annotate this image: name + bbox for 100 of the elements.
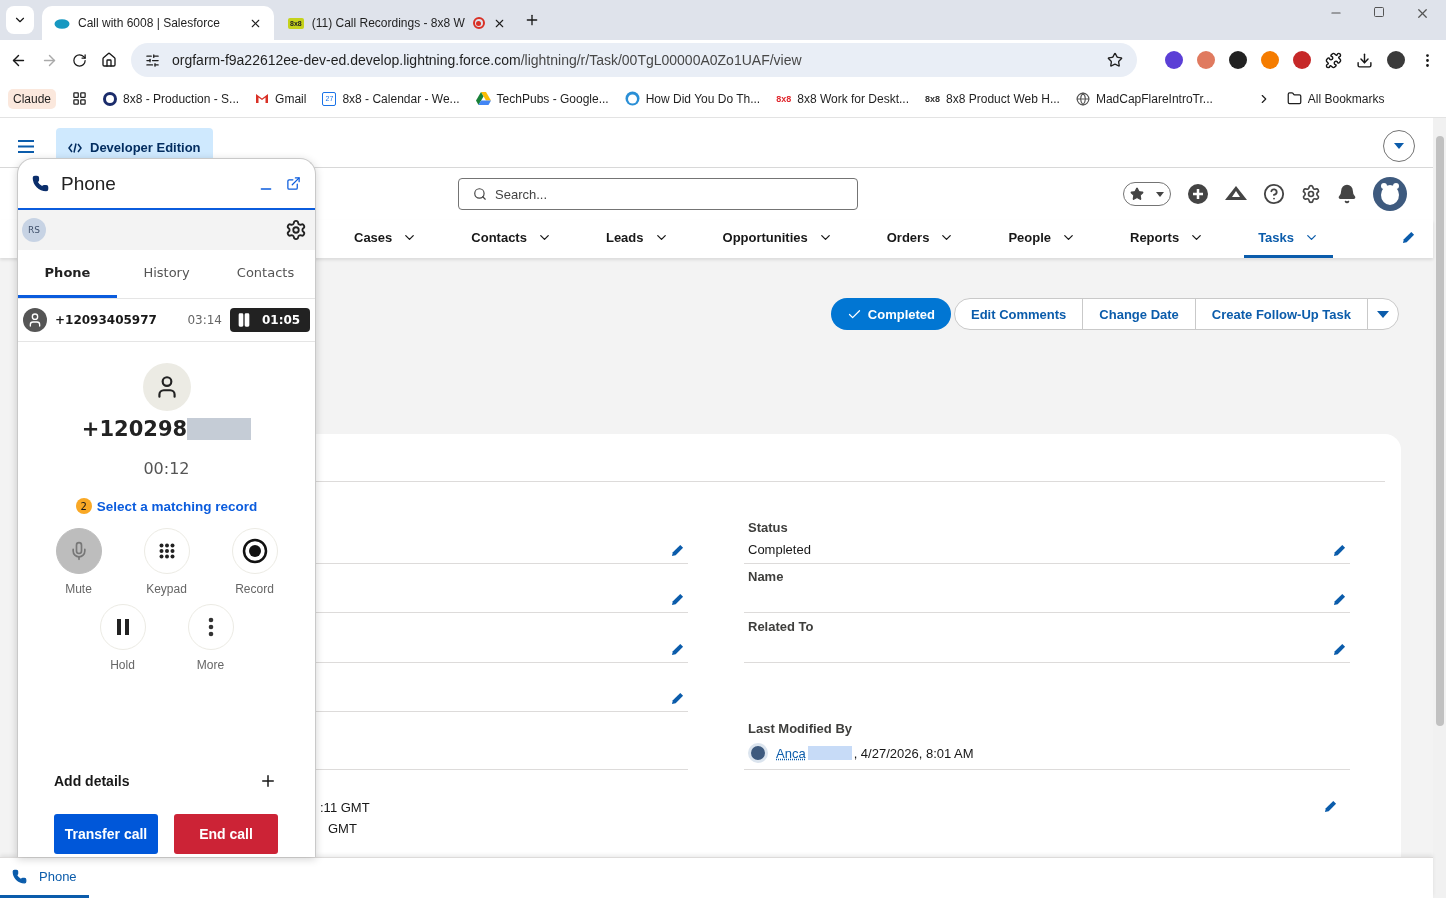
bookmark-link[interactable]: 8x8 Product Web H... <box>946 91 1060 106</box>
smiley-icon <box>624 91 640 106</box>
pencil-icon[interactable] <box>1324 800 1337 813</box>
globe-icon <box>1075 91 1090 106</box>
bookmark-link[interactable]: Gmail <box>275 91 307 106</box>
pencil-icon[interactable] <box>671 643 684 656</box>
field-label: Status <box>748 520 789 535</box>
caret-icon <box>1156 191 1164 197</box>
action-button[interactable]: Create Follow-Up Task <box>1194 298 1368 330</box>
control-label: Mute <box>65 582 92 596</box>
keypad-button[interactable] <box>143 528 190 574</box>
help-icon[interactable] <box>1263 183 1285 205</box>
home-icon[interactable] <box>101 52 117 68</box>
field-label: Related To <box>748 619 815 634</box>
pencil-icon[interactable] <box>1402 231 1415 244</box>
bookmark-link[interactable]: 8x8 - Production - S... <box>123 91 240 106</box>
download-icon[interactable] <box>1356 51 1373 69</box>
control-label: More <box>196 658 225 672</box>
more-icon <box>207 617 214 637</box>
nav-tab[interactable]: Opportunities <box>708 220 847 258</box>
bell-icon[interactable] <box>1337 184 1357 204</box>
code-icon <box>68 142 82 153</box>
apps-icon[interactable] <box>72 91 88 106</box>
menu-icon[interactable] <box>18 140 34 153</box>
more-button[interactable] <box>187 604 234 650</box>
bookmark-link[interactable]: TechPubs - Google... <box>496 91 609 106</box>
match-link[interactable]: Select a matching record <box>96 498 258 514</box>
maximize-icon[interactable] <box>1373 5 1385 18</box>
pencil-icon[interactable] <box>1333 643 1346 656</box>
settings-icon[interactable] <box>285 219 307 241</box>
ring-icon <box>103 91 118 106</box>
redaction <box>807 746 852 760</box>
bookmark-star-icon[interactable] <box>1107 52 1123 68</box>
mic-button[interactable] <box>55 528 102 574</box>
search-field[interactable]: Search... <box>458 178 858 210</box>
nav-tab[interactable]: Contacts <box>457 220 566 258</box>
date-text: GMT <box>327 821 358 836</box>
nav-tab[interactable]: Cases <box>340 220 432 258</box>
bookmark-link[interactable]: MadCapFlareIntroTr... <box>1095 91 1213 106</box>
logo-icon: 8x8 <box>776 93 792 104</box>
phone-tab[interactable]: Phone <box>18 250 117 298</box>
end-call-button[interactable]: End call <box>174 814 278 854</box>
more-actions-button[interactable] <box>1367 298 1399 330</box>
plus-icon[interactable] <box>259 772 277 790</box>
nav-tab[interactable]: People <box>994 220 1090 258</box>
date-text: :11 GMT <box>320 800 370 815</box>
pause-icon <box>115 619 130 635</box>
pencil-icon[interactable] <box>1333 544 1346 557</box>
user-avatar <box>748 743 768 763</box>
call-duration: 03:14 <box>187 313 222 327</box>
cloud-icon <box>54 17 70 29</box>
nav-tab[interactable]: Reports <box>1116 220 1219 258</box>
caret-icon <box>1377 310 1389 318</box>
profile-avatar[interactable] <box>1373 177 1407 211</box>
action-button[interactable]: Change Date <box>1082 298 1196 330</box>
edition-label: Developer Edition <box>90 140 201 155</box>
profile-avatar[interactable] <box>1387 51 1405 69</box>
nav-tab[interactable]: Leads <box>591 220 683 258</box>
browser-tab[interactable]: Call with 6008 | Salesforce <box>42 6 274 40</box>
nav-tab[interactable]: Orders <box>872 220 969 258</box>
caller-number: +120298 <box>81 417 188 441</box>
bookmark-link[interactable]: 8x8 - Calendar - We... <box>342 91 460 106</box>
record-button[interactable] <box>231 528 278 574</box>
hold-button[interactable] <box>99 604 146 650</box>
pop-out-icon[interactable] <box>286 176 301 191</box>
plus-icon[interactable] <box>1187 183 1209 205</box>
phone-icon <box>32 175 49 192</box>
reload-icon[interactable] <box>72 52 87 68</box>
action-button[interactable]: Edit Comments <box>954 298 1084 330</box>
bookmark-link[interactable]: All Bookmarks <box>1307 91 1385 106</box>
bookmark-link[interactable]: How Did You Do Th... <box>645 91 761 106</box>
settings-icon[interactable] <box>1301 184 1321 204</box>
pencil-icon[interactable] <box>671 544 684 557</box>
transfer-call-button[interactable]: Transfer call <box>54 814 158 854</box>
add-details-label: Add details <box>54 773 130 789</box>
user-link[interactable]: Anca <box>776 745 806 761</box>
scrollbar[interactable] <box>1433 118 1446 898</box>
site-settings-icon[interactable] <box>145 52 160 68</box>
mountain-icon[interactable] <box>1225 186 1247 202</box>
hold-timer[interactable]: 01:05 <box>230 308 310 332</box>
completed-button[interactable]: Completed <box>830 298 951 330</box>
extension-icon[interactable] <box>1229 51 1247 69</box>
pinned-bookmark[interactable]: Claude <box>8 88 57 109</box>
bookmark-link[interactable]: 8x8 Work for Deskt... <box>797 91 910 106</box>
panel-title: Phone <box>61 172 117 195</box>
keypad-icon <box>158 543 175 559</box>
extension-icon[interactable] <box>1165 51 1183 69</box>
phone-tab[interactable]: Contacts <box>216 250 315 298</box>
field-value: Completed <box>748 542 811 557</box>
pencil-icon[interactable] <box>671 692 684 705</box>
pencil-icon[interactable] <box>671 593 684 606</box>
extensions-icon[interactable] <box>1325 51 1342 69</box>
address-bar[interactable]: orgfarm-f9a22612ee-dev-ed.develop.lightning.force.com/lightning/r/Task/00TgL00000A0Zo1UAF/view <box>131 43 1137 77</box>
logo-icon: 8x8 <box>925 93 941 104</box>
phone-tab[interactable]: History <box>117 250 216 298</box>
call-number[interactable]: +12093405977 <box>55 313 180 327</box>
user-initials[interactable]: RS <box>22 218 46 242</box>
triangle-icon <box>475 92 491 105</box>
pencil-icon[interactable] <box>1333 593 1346 606</box>
record-icon <box>241 538 268 564</box>
